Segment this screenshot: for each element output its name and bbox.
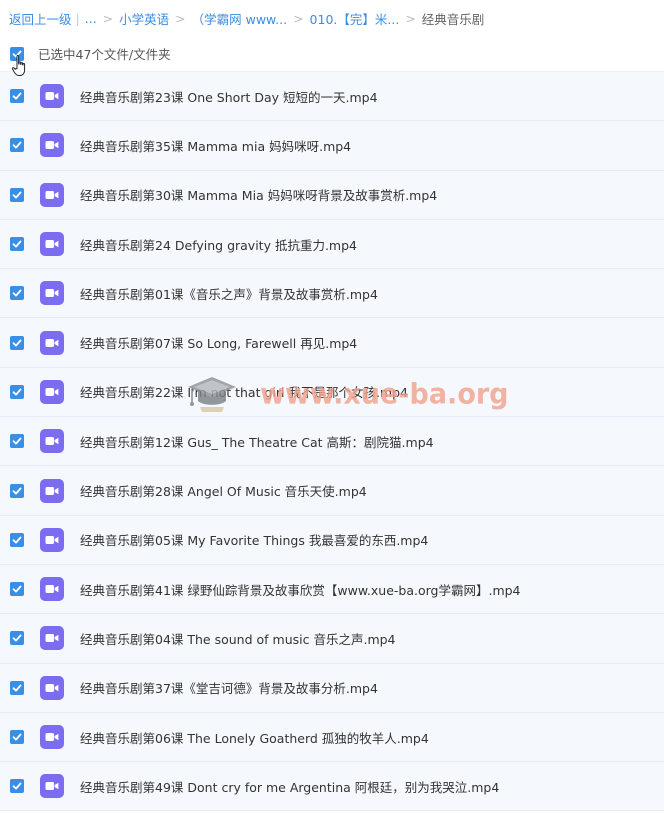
video-file-icon (40, 725, 64, 749)
file-row[interactable]: 经典音乐剧第01课《音乐之声》背景及故事赏析.mp4 (0, 269, 664, 319)
file-row[interactable]: 经典音乐剧第37课《堂吉诃德》背景及故事分析.mp4 (0, 663, 664, 713)
file-checkbox[interactable] (10, 384, 24, 399)
file-name[interactable]: 经典音乐剧第49课 Dont cry for me Argentina 阿根廷，… (80, 777, 499, 796)
file-name[interactable]: 经典音乐剧第07课 So Long, Farewell 再见.mp4 (80, 333, 357, 352)
video-file-icon (40, 577, 64, 602)
file-row[interactable]: 经典音乐剧第12课 Gus_ The Theatre Cat 高斯：剧院猫.mp… (0, 417, 664, 467)
video-file-icon (40, 232, 64, 257)
video-file-icon (40, 774, 64, 799)
select-all-bar: 已选中47个文件/文件夹 (0, 36, 664, 72)
breadcrumb-ellipsis[interactable]: ... (85, 11, 97, 26)
file-checkbox[interactable] (10, 286, 24, 301)
file-checkbox[interactable] (10, 237, 24, 252)
file-name[interactable]: 经典音乐剧第23课 One Short Day 短短的一天.mp4 (80, 87, 378, 106)
hand-pointer-icon (11, 54, 26, 76)
breadcrumb-divider: | (75, 10, 80, 26)
file-checkbox[interactable] (10, 582, 24, 597)
file-checkbox[interactable] (10, 434, 24, 449)
file-row[interactable]: 经典音乐剧第28课 Angel Of Music 音乐天使.mp4 (0, 466, 664, 516)
file-name[interactable]: 经典音乐剧第06课 The Lonely Goatherd 孤独的牧羊人.mp4 (80, 728, 429, 747)
file-row[interactable]: 经典音乐剧第23课 One Short Day 短短的一天.mp4 (0, 72, 664, 122)
file-checkbox[interactable] (10, 779, 24, 794)
video-file-icon (40, 626, 64, 651)
checkmark-icon (12, 141, 22, 149)
checkmark-icon (12, 289, 22, 297)
checkmark-icon (12, 339, 22, 347)
checkmark-icon (12, 782, 22, 790)
file-checkbox[interactable] (10, 680, 24, 695)
video-file-icon (40, 675, 64, 700)
checkmark-icon (12, 733, 22, 741)
file-row[interactable]: 经典音乐剧第49课 Dont cry for me Argentina 阿根廷，… (0, 762, 664, 812)
file-checkbox[interactable] (10, 187, 24, 202)
checkmark-icon (12, 634, 22, 642)
file-checkbox[interactable] (10, 730, 24, 744)
file-name[interactable]: 经典音乐剧第28课 Angel Of Music 音乐天使.mp4 (80, 481, 367, 500)
chevron-right-icon: > (102, 10, 114, 26)
file-checkbox[interactable] (10, 631, 24, 646)
file-name[interactable]: 经典音乐剧第41课 绿野仙踪背景及故事欣赏【www.xue-ba.org学霸网】… (80, 580, 521, 599)
selection-count-label: 已选中47个文件/文件夹 (38, 47, 171, 62)
breadcrumb-item-0[interactable]: 小学英语 (119, 9, 169, 28)
file-row[interactable]: 经典音乐剧第41课 绿野仙踪背景及故事欣赏【www.xue-ba.org学霸网】… (0, 564, 664, 615)
video-file-icon (40, 281, 64, 306)
checkmark-icon (12, 585, 22, 593)
checkmark-icon (12, 240, 22, 248)
file-name[interactable]: 经典音乐剧第04课 The sound of music 音乐之声.mp4 (80, 629, 396, 648)
video-file-icon (40, 478, 64, 503)
file-name[interactable]: 经典音乐剧第05课 My Favorite Things 我最喜爱的东西.mp4 (80, 530, 428, 549)
file-name[interactable]: 经典音乐剧第30课 Mamma Mia 妈妈咪呀背景及故事赏析.mp4 (80, 185, 437, 204)
breadcrumb-item-2[interactable]: 010.【完】米... (310, 9, 400, 28)
checkmark-icon (12, 684, 22, 692)
checkmark-icon (12, 487, 22, 495)
file-row[interactable]: 经典音乐剧第06课 The Lonely Goatherd 孤独的牧羊人.mp4 (0, 712, 664, 763)
file-row[interactable]: 经典音乐剧第30课 Mamma Mia 妈妈咪呀背景及故事赏析.mp4 (0, 170, 664, 220)
file-checkbox[interactable] (10, 89, 24, 104)
file-checkbox[interactable] (10, 335, 24, 350)
chevron-right-icon: > (405, 10, 416, 26)
file-row[interactable]: 经典音乐剧第07课 So Long, Farewell 再见.mp4 (0, 318, 664, 368)
file-checkbox[interactable] (10, 532, 24, 547)
file-name[interactable]: 经典音乐剧第24 Defying gravity 抵抗重力.mp4 (80, 235, 357, 254)
file-row[interactable]: 经典音乐剧第22课 I'm not that girl 我不是那个女孩.mp4 (0, 367, 664, 418)
video-file-icon (40, 133, 64, 158)
file-name[interactable]: 经典音乐剧第35课 Mamma mia 妈妈咪呀.mp4 (80, 136, 351, 155)
video-file-icon (40, 379, 64, 404)
file-row[interactable]: 经典音乐剧第35课 Mamma mia 妈妈咪呀.mp4 (0, 121, 664, 171)
video-file-icon (40, 84, 64, 109)
checkmark-icon (12, 536, 22, 544)
video-file-icon (40, 182, 64, 207)
chevron-right-icon: > (293, 10, 304, 26)
breadcrumb-item-1[interactable]: （学霸网 www... (192, 9, 287, 28)
file-name[interactable]: 经典音乐剧第22课 I'm not that girl 我不是那个女孩.mp4 (80, 382, 408, 401)
file-name[interactable]: 经典音乐剧第01课《音乐之声》背景及故事赏析.mp4 (80, 284, 378, 303)
video-file-icon (40, 330, 64, 355)
file-row[interactable]: 经典音乐剧第24 Defying gravity 抵抗重力.mp4 (0, 219, 664, 270)
file-list: 经典音乐剧第23课 One Short Day 短短的一天.mp4 经典音乐剧第… (0, 72, 664, 812)
chevron-right-icon: > (175, 10, 186, 26)
video-file-icon (40, 429, 64, 454)
checkmark-icon (12, 388, 22, 396)
checkmark-icon (12, 191, 22, 199)
file-name[interactable]: 经典音乐剧第37课《堂吉诃德》背景及故事分析.mp4 (80, 678, 378, 697)
file-name[interactable]: 经典音乐剧第12课 Gus_ The Theatre Cat 高斯：剧院猫.mp… (80, 432, 434, 451)
checkmark-icon (12, 92, 22, 100)
file-row[interactable]: 经典音乐剧第04课 The sound of music 音乐之声.mp4 (0, 614, 664, 664)
video-file-icon (40, 527, 64, 552)
breadcrumb-current: 经典音乐剧 (421, 11, 485, 27)
back-link[interactable]: 返回上一级 (9, 9, 72, 28)
breadcrumb: 返回上一级 | ... > 小学英语 > （学霸网 www... > 010.【… (0, 0, 664, 36)
file-checkbox[interactable] (10, 138, 24, 153)
file-row[interactable]: 经典音乐剧第05课 My Favorite Things 我最喜爱的东西.mp4 (0, 515, 664, 565)
checkmark-icon (12, 437, 22, 445)
file-checkbox[interactable] (10, 483, 24, 498)
